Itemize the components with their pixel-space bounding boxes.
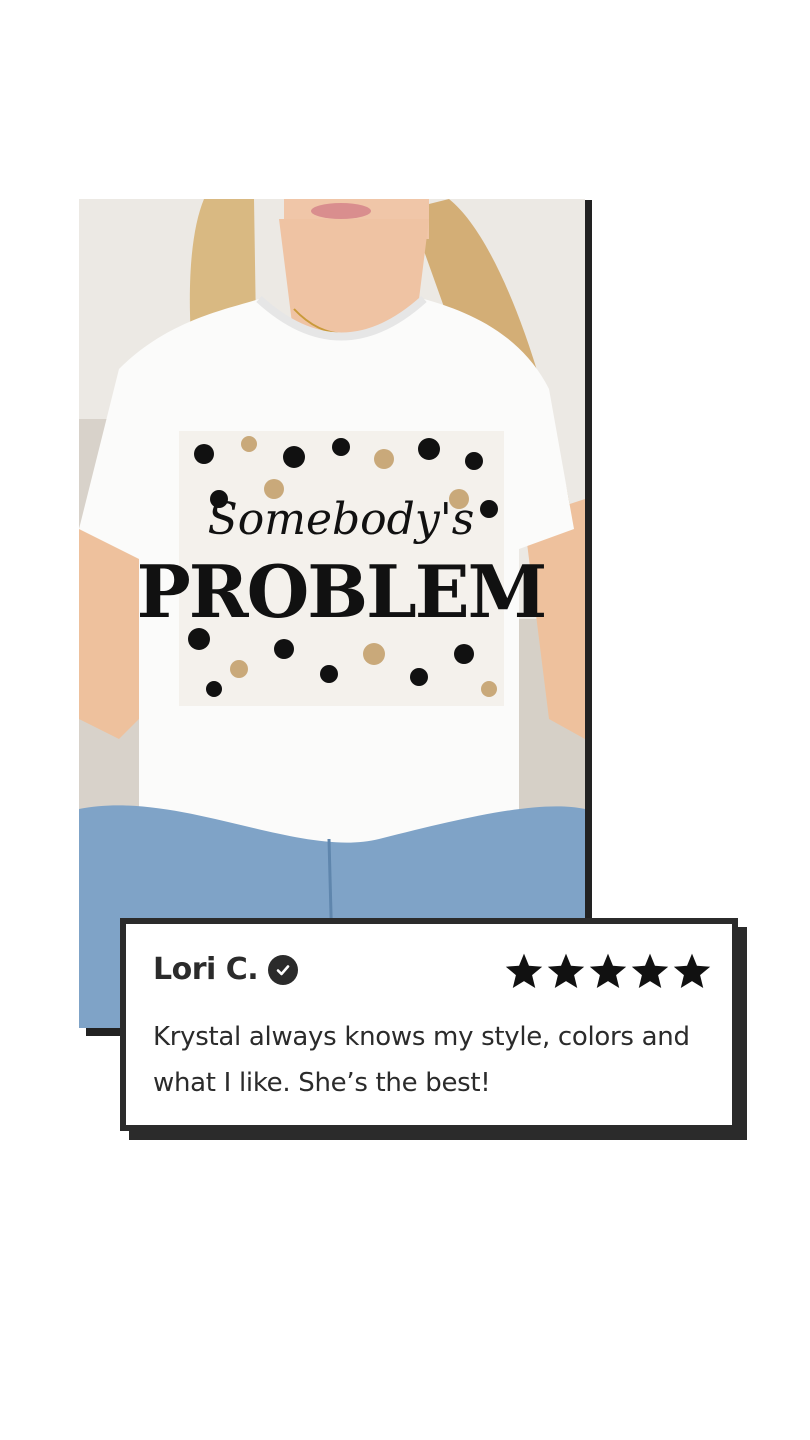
- star-icon: [589, 953, 627, 989]
- tshirt-model-illustration: Somebody's PROBLEM: [79, 199, 585, 1028]
- check-circle-icon: [268, 954, 299, 985]
- reviewer: Lori C.: [153, 952, 299, 987]
- review-text: Krystal always knows my style, colors an…: [153, 1022, 690, 1098]
- star-rating: [504, 952, 712, 990]
- star-icon: [631, 953, 669, 989]
- star-icon: [505, 953, 543, 989]
- shirt-script-text: Somebody's: [208, 494, 475, 545]
- star-icon: [547, 953, 585, 989]
- product-photo: Somebody's PROBLEM: [79, 199, 585, 1028]
- shirt-main-text: PROBLEM: [137, 549, 546, 634]
- review-card: Lori C. Krystal always knows my style, c…: [120, 918, 738, 1131]
- star-icon: [673, 953, 711, 989]
- reviewer-name: Lori C.: [153, 952, 259, 987]
